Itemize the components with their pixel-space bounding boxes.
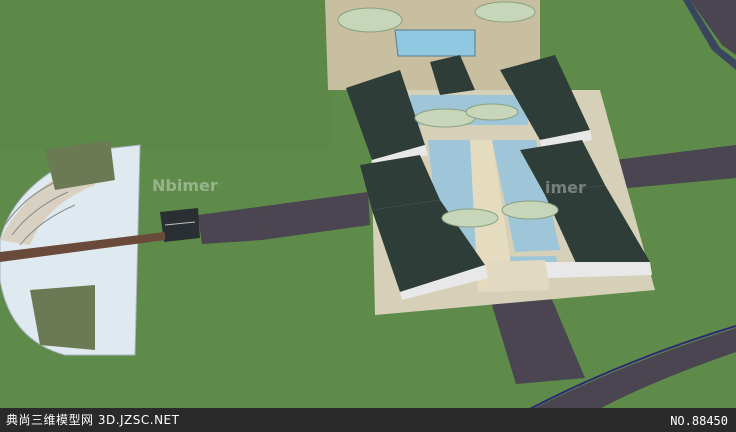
watermark-text: Nbimer bbox=[152, 176, 218, 195]
footer-site-credit: 典尚三维模型网 3D.JZSC.NET bbox=[6, 413, 180, 427]
pool-north bbox=[394, 29, 476, 57]
entrance-steps bbox=[487, 260, 550, 292]
watermark-text-partial: imer bbox=[545, 178, 586, 197]
viewport: Nbimer imer 典尚三维模型网 3D.JZSC.NET NO.88450 bbox=[0, 0, 736, 432]
lawn-shade bbox=[0, 0, 330, 150]
site-model-render bbox=[0, 0, 736, 432]
footer-model-number: NO.88450 bbox=[670, 414, 728, 428]
